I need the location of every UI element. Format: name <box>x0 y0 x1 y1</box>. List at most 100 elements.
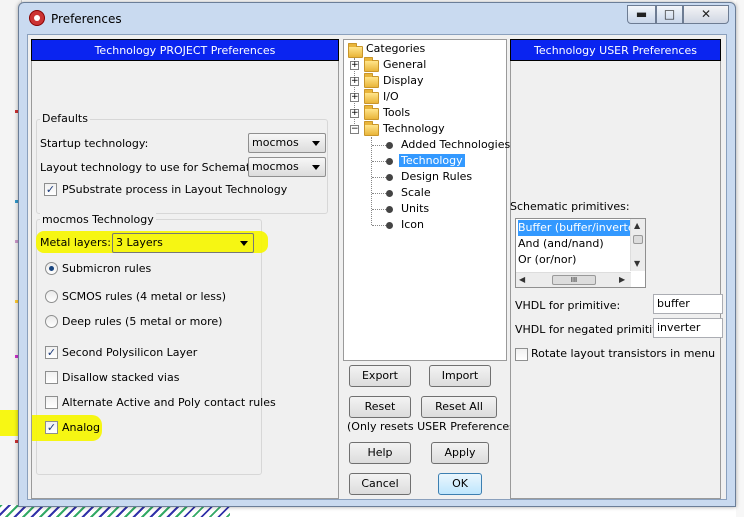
user-panel-header: Technology USER Preferences <box>510 39 721 61</box>
list-item[interactable]: Or (or/nor) <box>518 252 630 268</box>
categories-tree[interactable]: Categories + General + Display + I/O + T… <box>343 39 510 361</box>
vhdl-negated-label: VHDL for negated primitive: <box>515 323 670 336</box>
deep-rules-radio[interactable] <box>45 315 58 328</box>
leaf-bullet-icon <box>386 174 393 181</box>
disallow-stacked-vias-checkbox[interactable] <box>45 371 58 384</box>
scmos-rules-label: SCMOS rules (4 metal or less) <box>62 290 227 303</box>
schematic-primitives-label: Schematic primitives: <box>510 200 630 213</box>
scroll-thumb[interactable] <box>633 235 643 244</box>
vhdl-primitive-label: VHDL for primitive: <box>515 299 621 312</box>
tree-item-design-rules[interactable]: Design Rules <box>401 169 472 185</box>
folder-icon <box>364 89 379 104</box>
chevron-down-icon <box>312 165 320 170</box>
tree-item-io[interactable]: I/O <box>383 89 399 105</box>
folder-icon <box>364 105 379 120</box>
metal-layers-select[interactable]: 3 Layers <box>112 233 254 253</box>
tree-connector <box>372 209 386 210</box>
defaults-title: Defaults <box>40 112 90 125</box>
scroll-thumb[interactable]: III <box>552 275 596 285</box>
tree-connector <box>372 145 386 146</box>
tree-connector <box>372 193 386 194</box>
background-app-strip-right <box>736 0 744 517</box>
leaf-bullet-icon <box>386 190 393 197</box>
import-button[interactable]: Import <box>429 365 491 387</box>
submicron-rules-label: Submicron rules <box>62 262 152 275</box>
tree-item-added-technologies[interactable]: Added Technologies <box>401 137 510 153</box>
tree-item-units[interactable]: Units <box>401 201 429 217</box>
alternate-active-poly-checkbox[interactable] <box>45 396 58 409</box>
help-button[interactable]: Help <box>349 442 411 464</box>
analog-checkbox[interactable]: ✓ <box>45 421 58 434</box>
horizontal-scrollbar[interactable]: ◀ III ▶ <box>516 272 631 287</box>
maximize-button[interactable]: □ <box>656 5 683 24</box>
psubstrate-label: PSubstrate process in Layout Technology <box>62 183 288 196</box>
chevron-down-icon <box>240 241 248 246</box>
expand-icon[interactable]: + <box>350 93 359 102</box>
layout-technology-value: mocmos <box>252 160 299 173</box>
tree-item-display[interactable]: Display <box>383 73 424 89</box>
minimize-button[interactable]: ▬ <box>627 5 656 24</box>
rotate-transistors-label: Rotate layout transistors in menu <box>531 347 716 360</box>
scroll-up-icon[interactable]: ▲ <box>634 221 640 230</box>
scroll-left-icon[interactable]: ◀ <box>519 275 525 284</box>
layout-technology-select[interactable]: mocmos <box>248 157 326 177</box>
close-button[interactable]: ✕ <box>683 5 729 24</box>
preferences-dialog: Preferences ▬ □ ✕ Technology PROJECT Pre… <box>18 2 736 507</box>
leaf-bullet-icon <box>386 158 393 165</box>
folder-icon <box>364 73 379 88</box>
expand-icon[interactable]: + <box>350 61 359 70</box>
tree-item-technology[interactable]: Technology <box>383 121 445 137</box>
expand-icon[interactable]: + <box>350 77 359 86</box>
rotate-transistors-checkbox[interactable] <box>515 348 528 361</box>
tree-connector <box>372 177 386 178</box>
vertical-scrollbar[interactable]: ▲ ▼ <box>630 219 645 271</box>
tree-connector <box>371 137 372 225</box>
folder-icon <box>348 43 363 58</box>
list-item[interactable]: Buffer (buffer/inverter) <box>518 220 630 236</box>
tree-item-tools[interactable]: Tools <box>383 105 410 121</box>
reset-button[interactable]: Reset <box>349 396 411 418</box>
tree-connector <box>372 161 386 162</box>
startup-technology-select[interactable]: mocmos <box>248 133 326 153</box>
scroll-down-icon[interactable]: ▼ <box>634 259 640 268</box>
scmos-rules-radio[interactable] <box>45 290 58 303</box>
tree-item-general[interactable]: General <box>383 57 426 73</box>
project-preferences-panel: Defaults Startup technology: mocmos Layo… <box>31 61 339 499</box>
leaf-bullet-icon <box>386 142 393 149</box>
schematic-primitives-list[interactable]: Buffer (buffer/inverter) And (and/nand) … <box>515 218 646 288</box>
reset-all-button[interactable]: Reset All <box>421 396 497 418</box>
expand-icon[interactable]: + <box>350 109 359 118</box>
tree-connector <box>372 225 386 226</box>
tree-item-scale[interactable]: Scale <box>401 185 431 201</box>
vhdl-primitive-field[interactable]: buffer <box>653 294 723 314</box>
submicron-rules-radio[interactable] <box>45 262 58 275</box>
folder-open-icon <box>364 121 379 136</box>
app-icon <box>29 10 45 26</box>
chevron-down-icon <box>312 141 320 146</box>
title-bar[interactable]: Preferences ▬ □ ✕ <box>19 3 735 35</box>
vhdl-negated-field[interactable]: inverter <box>653 318 723 338</box>
project-panel-header: Technology PROJECT Preferences <box>31 39 339 61</box>
scroll-right-icon[interactable]: ▶ <box>619 275 625 284</box>
leaf-bullet-icon <box>386 222 393 229</box>
second-polysilicon-label: Second Polysilicon Layer <box>62 346 198 359</box>
cancel-button[interactable]: Cancel <box>349 473 411 495</box>
apply-button[interactable]: Apply <box>431 442 489 464</box>
dialog-content: Technology PROJECT Preferences Defaults … <box>27 34 727 500</box>
tree-selected-label: Technology <box>399 154 465 167</box>
second-polysilicon-checkbox[interactable]: ✓ <box>45 346 58 359</box>
tree-item-icon[interactable]: Icon <box>401 217 424 233</box>
export-button[interactable]: Export <box>349 365 411 387</box>
deep-rules-label: Deep rules (5 metal or more) <box>62 315 223 328</box>
window-title: Preferences <box>51 12 122 26</box>
folder-icon <box>364 57 379 72</box>
leaf-bullet-icon <box>386 206 393 213</box>
list-item[interactable]: And (and/nand) <box>518 236 630 252</box>
collapse-icon[interactable]: − <box>350 125 359 134</box>
ok-button[interactable]: OK <box>438 473 482 495</box>
analog-label: Analog <box>62 421 101 434</box>
psubstrate-checkbox[interactable]: ✓ <box>44 183 57 196</box>
startup-technology-label: Startup technology: <box>40 137 149 150</box>
tree-root-categories[interactable]: Categories <box>366 41 425 57</box>
tree-item-technology-selected[interactable]: Technology <box>399 153 465 169</box>
